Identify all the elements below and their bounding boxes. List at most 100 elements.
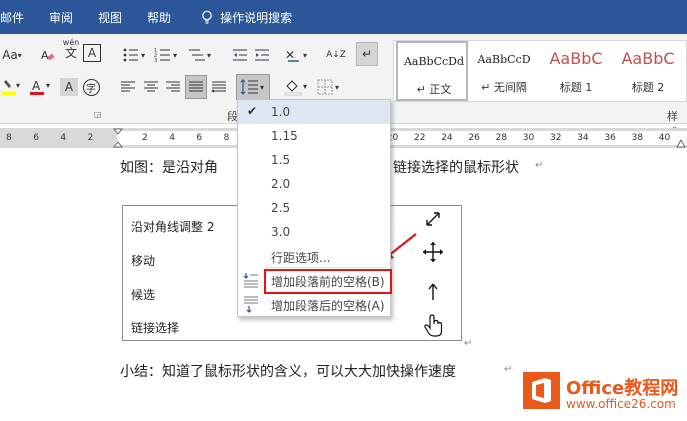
borders-icon[interactable]: ▾ <box>315 76 345 98</box>
ruler-tick-label: 8 <box>223 133 230 143</box>
table-row-label: 沿对角线调整 2 <box>131 220 215 234</box>
style-preview: AaBbCcDd <box>403 55 465 68</box>
phonetic-char: 文 <box>64 46 77 60</box>
watermark-url: www.office26.com <box>566 397 676 411</box>
svg-text:▾: ▾ <box>260 83 264 92</box>
shading-icon[interactable]: ▾ <box>282 76 312 98</box>
svg-text:▾: ▾ <box>303 51 307 60</box>
decrease-indent-icon[interactable] <box>230 44 250 66</box>
office-logo <box>523 372 560 409</box>
menu-review[interactable]: 审阅 <box>49 9 73 26</box>
ruler-tick-label: 2 <box>87 133 94 143</box>
ruler-tick-label: 4 <box>60 133 67 143</box>
sort-label: A↓Z <box>326 50 346 60</box>
numbering-icon[interactable]: 1 2 3 ▾ <box>152 44 182 66</box>
table-row-label: 链接选择 <box>131 321 180 335</box>
ruler-page-area <box>117 131 687 145</box>
checkmark-icon: ✔ <box>247 104 258 118</box>
ruler-tick-label: 28 <box>495 133 508 143</box>
sort-icon[interactable]: A↓Z <box>326 44 346 66</box>
enclose-char-button[interactable]: 字 <box>80 76 102 98</box>
space-after-icon <box>244 296 258 313</box>
ruler-tick-label: 32 <box>550 133 562 143</box>
align-center-icon[interactable] <box>141 76 161 98</box>
style-preview: AaBbC <box>549 49 603 68</box>
svg-text:▾: ▾ <box>46 81 50 90</box>
increase-indent-icon[interactable] <box>252 44 272 66</box>
chinese-layout-icon[interactable]: ✕ ▾ <box>283 44 313 66</box>
svg-text:▾: ▾ <box>207 51 211 60</box>
font-size-label: Aa <box>2 48 18 62</box>
styles-gallery: AaBbCcDd ↵ 正文 AaBbCcD ↵ 无间隔 AaBbC 标题 1 A… <box>393 40 687 102</box>
add-space-after-item[interactable]: 增加段落后的空格(A) <box>238 292 390 316</box>
indent-marker-icon[interactable] <box>113 128 123 148</box>
justify-icon[interactable] <box>185 75 207 99</box>
line-spacing-option-1-5[interactable]: 1.5 <box>238 148 390 172</box>
bullets-icon[interactable]: ▾ <box>120 44 150 66</box>
style-name: ↵ 无间隔 <box>481 81 527 94</box>
option-label: 1.15 <box>271 129 298 143</box>
paragraph-mark: ↵ <box>535 160 544 171</box>
align-right-icon[interactable] <box>163 76 183 98</box>
doc-line-intro-b: 链接选择的鼠标形状 <box>393 160 519 176</box>
style-no-spacing[interactable]: AaBbCcD ↵ 无间隔 <box>468 41 540 101</box>
move-cursor-icon <box>423 242 443 262</box>
svg-text:A: A <box>32 79 41 93</box>
svg-text:▾: ▾ <box>335 83 339 92</box>
highlight-color-icon[interactable]: ▾ <box>0 76 24 98</box>
ruler-tick-label: 22 <box>414 133 426 143</box>
option-label: 1.0 <box>271 105 291 119</box>
option-label: 3.0 <box>271 225 291 239</box>
style-name: 标题 2 <box>631 81 665 94</box>
option-label: 1.5 <box>271 153 291 167</box>
line-spacing-option-3-0[interactable]: 3.0 <box>238 220 390 244</box>
ruler-tick-label: 26 <box>468 133 480 143</box>
menu-mail[interactable]: 邮件 <box>0 9 24 26</box>
line-spacing-options-item[interactable]: 行距选项... <box>238 244 390 268</box>
add-space-before-item[interactable]: 增加段落前的空格(B) <box>238 268 392 294</box>
distribute-icon[interactable] <box>209 76 229 98</box>
menu-bar: 邮件 审阅 视图 帮助 操作说明搜索 <box>0 0 687 34</box>
ruler-tick-label: 6 <box>33 133 39 143</box>
multilevel-list-icon[interactable]: ▾ <box>186 44 216 66</box>
ruler-tick-label: 38 <box>631 133 644 143</box>
svg-text:▾: ▾ <box>173 51 177 60</box>
option-label: 行距选项... <box>271 251 331 265</box>
style-heading-2[interactable]: AaBbC 标题 2 <box>612 41 684 101</box>
line-spacing-button[interactable]: ▾ <box>236 74 270 100</box>
font-size-button[interactable]: Aa ▾ <box>0 44 24 66</box>
show-marks-icon[interactable]: ↵ <box>356 42 378 66</box>
style-heading-1[interactable]: AaBbC 标题 1 <box>540 41 612 101</box>
line-spacing-option-2-5[interactable]: 2.5 <box>238 196 390 220</box>
style-normal[interactable]: AaBbCcDd ↵ 正文 <box>396 41 468 101</box>
line-spacing-option-1-0[interactable]: ✔ 1.0 <box>238 100 390 124</box>
menu-help[interactable]: 帮助 <box>147 9 171 26</box>
char-border-label: A <box>87 46 97 60</box>
align-left-icon[interactable] <box>118 76 138 98</box>
right-indent-marker-icon[interactable] <box>676 134 686 148</box>
doc-line-summary: 小结：知道了鼠标形状的含义，可以大大加快操作速度 <box>120 364 456 380</box>
enclose-char-label: 字 <box>82 78 100 96</box>
svg-text:A: A <box>41 49 49 62</box>
option-label: 2.0 <box>271 177 291 191</box>
table-row-label: 候选 <box>131 288 156 302</box>
line-spacing-option-1-15[interactable]: 1.15 <box>238 124 390 148</box>
menu-view[interactable]: 视图 <box>98 9 122 26</box>
char-shading-button[interactable]: A <box>60 78 78 96</box>
line-spacing-option-2-0[interactable]: 2.0 <box>238 172 390 196</box>
tell-me-search[interactable]: 操作说明搜索 <box>220 9 292 26</box>
clear-format-icon[interactable]: A <box>38 44 58 66</box>
font-dialog-launcher-icon[interactable]: ◲ <box>94 110 102 119</box>
char-shading-label: A <box>64 80 74 94</box>
phonetic-guide-button[interactable]: wén 文 <box>60 38 82 60</box>
doc-line-intro-a: 如图：是沿对角 <box>120 160 218 176</box>
ruler-tick-label: 8 <box>6 133 12 143</box>
font-color-icon[interactable]: A ▾ <box>28 76 56 98</box>
svg-text:▾: ▾ <box>303 82 307 91</box>
char-border-button[interactable]: A <box>83 44 101 62</box>
ruler-tick-label: 6 <box>196 133 203 143</box>
line-spacing-dropdown: ✔ 1.0 1.15 1.5 2.0 2.5 3.0 行距选项... 增加段落前… <box>237 99 392 317</box>
ruler-tick-label: 4 <box>169 133 175 143</box>
lightbulb-icon <box>202 10 212 24</box>
style-name: 标题 1 <box>559 81 593 94</box>
